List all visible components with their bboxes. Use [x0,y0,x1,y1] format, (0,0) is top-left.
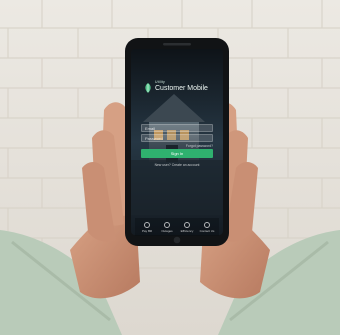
contact-icon [204,222,210,228]
password-field[interactable]: Password [141,134,213,142]
leaf-icon [145,83,151,93]
create-account-link[interactable]: New user? Create an account [145,163,209,167]
nav-efficiency-label: Efficiency [180,229,194,233]
outages-icon [164,222,170,228]
pay-bill-icon [144,222,150,228]
email-field[interactable]: Email [141,124,213,132]
sign-in-button[interactable]: Sign In [141,149,213,158]
nav-outages[interactable]: Outages [157,220,177,234]
sign-in-label: Sign In [170,151,184,156]
efficiency-icon [184,222,190,228]
phone-screen: Utility Customer Mobile Email Password F… [135,60,219,236]
app-header: Utility Customer Mobile [143,78,213,98]
nav-outages-label: Outages [161,229,173,233]
nav-pay-bill-label: Pay Bill [141,229,152,233]
nav-pay-bill[interactable]: Pay Bill [137,220,157,234]
bottom-navigation: Pay Bill Outages Efficiency Contact Us [135,218,219,236]
forgot-password-link[interactable]: Forgot password? [186,144,213,148]
app-title: Customer Mobile [155,85,208,92]
nav-contact-us-label: Contact Us [199,229,215,233]
nav-efficiency[interactable]: Efficiency [177,220,197,234]
nav-contact-us[interactable]: Contact Us [197,220,217,234]
password-placeholder: Password [145,136,163,141]
email-placeholder: Email [145,126,156,131]
brand-small-text: Utility [155,80,165,84]
